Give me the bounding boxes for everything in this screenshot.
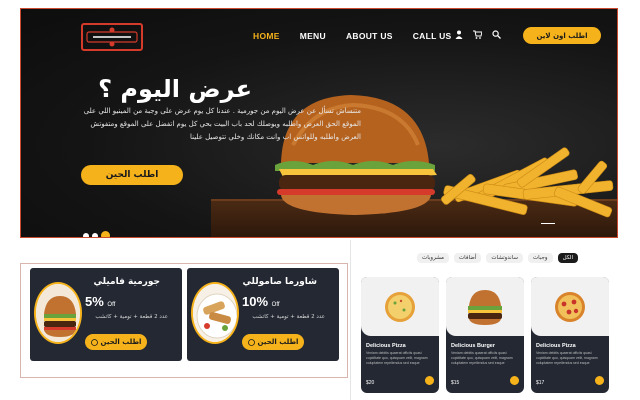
product-name: Delicious Pizza (536, 343, 576, 349)
offer-off-label: Off (107, 302, 116, 308)
offer-percent-value: 10% (242, 294, 269, 309)
product-description: Veniam debitis quaerat officiis quasi cu… (451, 351, 513, 365)
slider-dot-3[interactable] (101, 231, 110, 237)
order-online-button[interactable]: اطلب اون لاين (523, 27, 601, 44)
slider-dot-1[interactable] (83, 232, 89, 237)
product-description: Veniam debitis quaerat officiis quasi cu… (366, 351, 428, 365)
filter-drinks[interactable]: مشروبات (417, 253, 449, 263)
filter-sandwiches[interactable]: ساندوتشات (486, 253, 523, 263)
filter-meals[interactable]: وجبات (528, 253, 553, 263)
pizza-image (385, 291, 415, 322)
product-card[interactable]: Delicious Burger Veniam debitis quaerat … (446, 277, 524, 393)
product-price: $17 (536, 380, 545, 386)
menu-filters: الكل وجبات ساندوتشات أضافات مشروبات (414, 253, 578, 263)
add-to-cart-button[interactable] (425, 376, 434, 385)
slider-dots (83, 231, 110, 237)
search-icon[interactable] (492, 30, 501, 39)
filter-extras[interactable]: أضافات (453, 253, 482, 263)
product-name: Delicious Burger (451, 343, 496, 349)
cart-icon[interactable] (473, 30, 482, 39)
product-description: Veniam debitis quaerat officiis quasi cu… (536, 351, 598, 365)
product-card[interactable]: Delicious Pizza Veniam debitis quaerat o… (361, 277, 439, 393)
hero-section: HOME MENU ABOUT US CALL US اطلب اون لاين… (20, 8, 618, 238)
burger-meal-image (36, 284, 80, 342)
offer-details: عدد 2 قطعة + تومية + كاتشب (95, 314, 168, 320)
brand-logo[interactable] (81, 23, 143, 51)
shawarma-plate-image (193, 284, 237, 342)
hero-title: عرض اليوم ؟ (98, 75, 252, 103)
product-price: $20 (366, 380, 375, 386)
nav-home[interactable]: HOME (253, 31, 280, 41)
offer-order-label: اطلب الحين (100, 338, 142, 346)
nav-call-us[interactable]: CALL US (413, 31, 452, 41)
logo-icon (86, 27, 138, 47)
add-to-cart-button[interactable] (510, 376, 519, 385)
hero-order-button[interactable]: اطلب الحين (81, 165, 183, 185)
product-image (361, 277, 439, 336)
decorative-line (541, 223, 555, 224)
product-price: $15 (451, 380, 460, 386)
nav-about-us[interactable]: ABOUT US (346, 31, 393, 41)
whatsapp-icon (247, 338, 255, 346)
offer-percent-value: 5% (85, 294, 104, 309)
add-to-cart-button[interactable] (595, 376, 604, 385)
offer-order-button[interactable]: اطلب الحين (85, 334, 147, 350)
product-card[interactable]: Delicious Pizza Veniam debitis quaerat o… (531, 277, 609, 393)
pizza-image (555, 291, 585, 322)
offer-card: جورمية فاميلي 5% Off عدد 2 قطعة + تومية … (30, 268, 182, 361)
offer-card: شاورما صاموللي 10% Off عدد 2 قطعة + تومي… (187, 268, 339, 361)
slider-dot-2[interactable] (92, 232, 98, 237)
filter-all[interactable]: الكل (557, 253, 578, 263)
offer-order-label: اطلب الحين (257, 338, 299, 346)
offer-percent: 5% Off (85, 294, 115, 309)
section-divider (350, 240, 351, 400)
hero-description: متنساش تسأل عن عرض اليوم من جورمية . عند… (83, 107, 361, 141)
nav-icons (455, 30, 501, 39)
product-image (446, 277, 524, 336)
offer-title: جورمية فاميلي (93, 277, 160, 287)
product-name: Delicious Pizza (366, 343, 406, 349)
user-icon[interactable] (455, 30, 463, 39)
whatsapp-icon (90, 338, 98, 346)
burger-image (468, 289, 502, 325)
offer-title: شاورما صاموللي (242, 277, 317, 287)
offer-image (191, 282, 239, 344)
offer-off-label: Off (271, 302, 280, 308)
offer-image (34, 282, 82, 344)
nav-menu[interactable]: MENU (300, 31, 326, 41)
product-image (531, 277, 609, 336)
offer-details: عدد 2 قطعة + تومية + كاتشب (252, 314, 325, 320)
offer-order-button[interactable]: اطلب الحين (242, 334, 304, 350)
main-nav: HOME MENU ABOUT US CALL US (253, 31, 452, 41)
offer-percent: 10% Off (242, 294, 280, 309)
